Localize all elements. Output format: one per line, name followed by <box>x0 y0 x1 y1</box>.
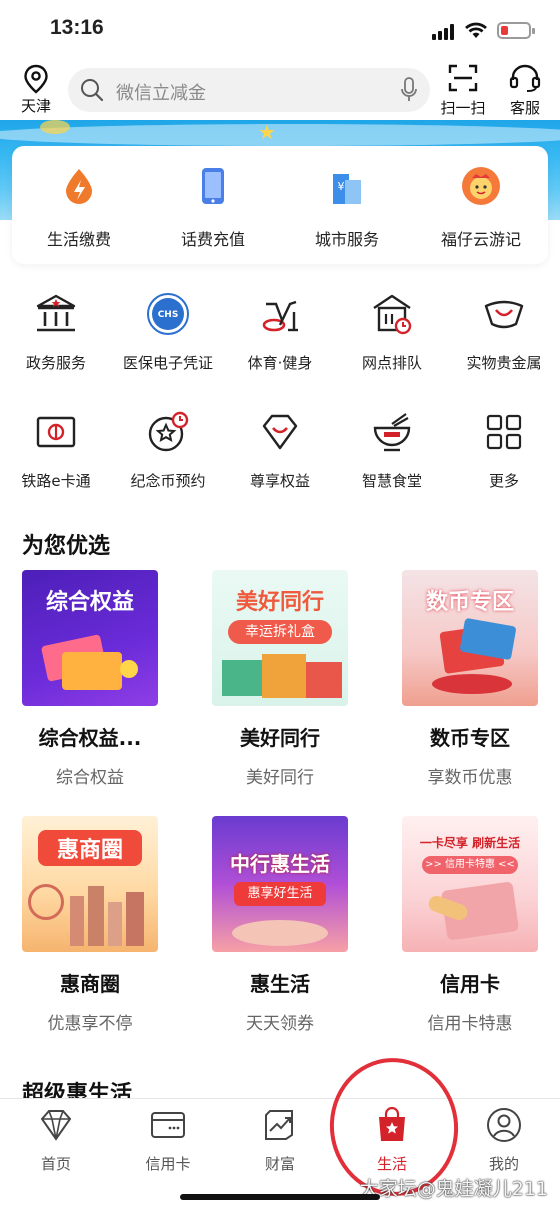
scan-button[interactable]: 扫一扫 <box>435 64 491 118</box>
tab-profile[interactable]: 我的 <box>448 1107 560 1174</box>
battery-icon <box>497 22 535 39</box>
grid-coin-reservation[interactable]: 纪念币预约 <box>112 410 224 491</box>
status-bar: 13:16 <box>0 0 560 62</box>
promo-image: 数币专区 <box>402 570 538 706</box>
status-time: 13:16 <box>50 16 104 39</box>
watermark: 大家坛@鬼娃凝儿211 <box>359 1178 548 1200</box>
service-phone-recharge[interactable]: 话费充值 <box>146 166 280 250</box>
wealth-chart-icon <box>265 1110 293 1140</box>
service-utility-payment[interactable]: 生活缴费 <box>12 166 146 250</box>
grid-railway-card[interactable]: 铁路e卡通 <box>0 410 112 491</box>
grid-precious-metal[interactable]: 实物贵金属 <box>448 292 560 373</box>
search-input[interactable]: 微信立减金 <box>68 68 430 112</box>
section-title-super-life: 超级惠生活 <box>22 1082 133 1100</box>
customer-service-button[interactable]: 客服 <box>497 64 553 118</box>
promo-image: 美好同行 幸运拆礼盒 <box>212 570 348 706</box>
search-placeholder: 微信立减金 <box>116 83 206 104</box>
star-icon: ★ <box>258 120 276 144</box>
grid-exclusive-benefits[interactable]: 尊享权益 <box>224 410 336 491</box>
water-drop-icon <box>66 169 92 204</box>
railway-card-icon <box>36 416 76 448</box>
more-grid-icon <box>486 414 522 450</box>
promo-card[interactable]: 数币专区 数币专区 享数币优惠 <box>390 570 550 788</box>
credit-card-icon <box>151 1112 185 1138</box>
search-icon <box>81 79 104 102</box>
grid-medical-insurance[interactable]: CHS 医保电子凭证 <box>112 292 224 373</box>
location-pin-icon <box>24 64 48 94</box>
promo-card[interactable]: 综合权益 综合权益... 综合权益 <box>10 570 170 788</box>
service-city[interactable]: ¥ 城市服务 <box>280 166 414 250</box>
building-icon: ¥ <box>333 174 361 204</box>
location-label: 天津 <box>20 97 51 115</box>
top-services-card: 生活缴费 话费充值 ¥ 城市服务 福仔云游记 <box>12 146 548 264</box>
header: 天津 微信立减金 扫一扫 客服 <box>0 62 560 120</box>
tab-credit-card[interactable]: 信用卡 <box>112 1107 224 1174</box>
diamond-icon <box>40 1110 72 1141</box>
diamond-smile-icon <box>262 414 298 450</box>
service-label: 客服 <box>509 99 540 117</box>
tab-wealth[interactable]: 财富 <box>224 1107 336 1174</box>
government-icon <box>36 294 76 332</box>
section-title-recommended: 为您优选 <box>22 534 111 559</box>
home-indicator[interactable] <box>180 1194 380 1200</box>
promo-image: 中行惠生活 惠享好生活 <box>212 816 348 952</box>
scan-label: 扫一扫 <box>440 99 486 117</box>
service-fuzai-tour[interactable]: 福仔云游记 <box>414 166 548 250</box>
location-selector[interactable]: 天津 <box>14 64 58 116</box>
mascot-icon <box>462 167 500 205</box>
grid-more[interactable]: 更多 <box>448 410 560 491</box>
profile-icon <box>487 1108 521 1142</box>
fitness-bike-icon <box>262 300 298 332</box>
wifi-icon <box>465 22 487 38</box>
promo-card[interactable]: 美好同行 幸运拆礼盒 美好同行 美好同行 <box>200 570 360 788</box>
signal-icon <box>432 24 456 40</box>
tab-home[interactable]: 首页 <box>0 1107 112 1174</box>
svg-text:¥: ¥ <box>338 180 345 193</box>
svg-text:CHS: CHS <box>158 310 179 320</box>
promo-image: 综合权益 <box>22 570 158 706</box>
branch-queue-icon <box>373 294 412 335</box>
promo-image: 一卡尽享 刷新生活 >> 信用卡特惠 << <box>402 816 538 952</box>
headset-icon <box>509 64 541 92</box>
gold-ingot-icon <box>484 300 524 329</box>
phone-icon <box>202 168 224 204</box>
grid-government-service[interactable]: 政务服务 <box>0 292 112 373</box>
grid-smart-canteen[interactable]: 智慧食堂 <box>336 410 448 491</box>
coin-reserve-icon <box>148 411 189 452</box>
bowl-icon <box>373 413 411 452</box>
promo-card[interactable]: 惠商圈 惠商圈 优惠享不停 <box>10 816 170 1034</box>
scan-icon <box>448 64 478 92</box>
promo-card[interactable]: 一卡尽享 刷新生活 >> 信用卡特惠 << 信用卡 信用卡特惠 <box>390 816 550 1034</box>
grid-sports-fitness[interactable]: 体育·健身 <box>224 292 336 373</box>
microphone-icon[interactable] <box>400 77 418 103</box>
grid-branch-queue[interactable]: 网点排队 <box>336 292 448 373</box>
chs-icon: CHS <box>147 293 189 335</box>
promo-card[interactable]: 中行惠生活 惠享好生活 惠生活 天天领券 <box>200 816 360 1034</box>
promo-image: 惠商圈 <box>22 816 158 952</box>
